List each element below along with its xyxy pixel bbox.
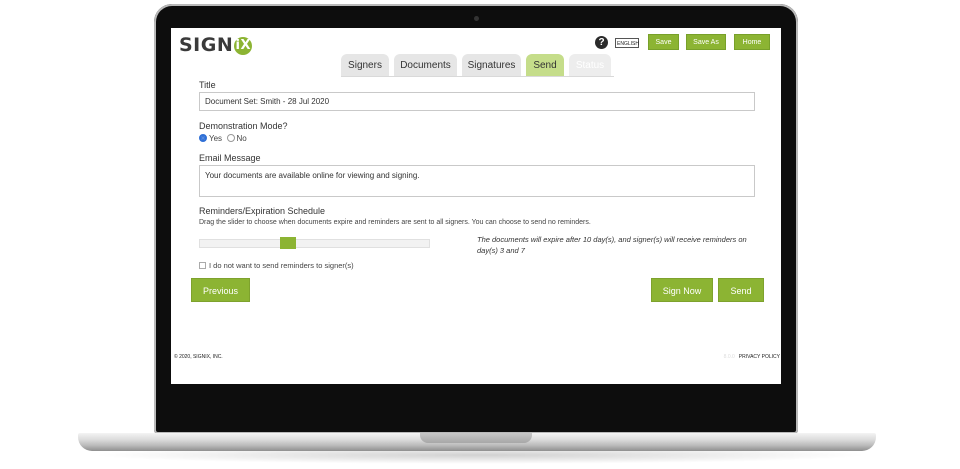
tab-signatures[interactable]: Signatures — [462, 54, 521, 76]
camera-icon — [474, 16, 479, 21]
title-input[interactable]: Document Set: Smith - 28 Jul 2020 — [199, 92, 755, 111]
signix-logo: SIGN iX — [179, 34, 253, 56]
no-reminders-option: I do not want to send reminders to signe… — [199, 261, 354, 270]
no-reminders-checkbox[interactable] — [199, 262, 206, 269]
send-button[interactable]: Send — [718, 278, 764, 302]
tab-underline — [341, 76, 614, 77]
demo-yes-label: Yes — [209, 134, 223, 143]
app-screen: SIGN iX ? ENGLISH Save Save As Home Signe… — [171, 28, 781, 384]
demo-mode-label: Demonstration Mode? — [199, 121, 288, 131]
sign-now-button[interactable]: Sign Now — [651, 278, 713, 302]
privacy-policy-link[interactable]: PRIVACY POLICY — [739, 354, 780, 360]
tab-send[interactable]: Send — [526, 54, 564, 76]
save-as-button[interactable]: Save As — [686, 34, 726, 50]
laptop-notch — [420, 433, 532, 443]
expiry-summary: The documents will expire after 10 day(s… — [477, 235, 747, 255]
demo-no-label: No — [236, 134, 247, 143]
schedule-slider-track[interactable] — [199, 239, 430, 248]
tab-documents[interactable]: Documents — [394, 54, 457, 76]
previous-button[interactable]: Previous — [191, 278, 250, 302]
title-label: Title — [199, 80, 216, 90]
demo-mode-options: Yes No — [199, 134, 247, 143]
reminders-label: Reminders/Expiration Schedule — [199, 206, 326, 216]
email-label: Email Message — [199, 153, 261, 163]
help-icon[interactable]: ? — [595, 36, 608, 49]
language-select[interactable]: ENGLISH — [615, 38, 639, 48]
copyright: © 2020, SIGNIX, INC. — [174, 354, 223, 360]
tab-status: Status — [569, 54, 611, 76]
demo-yes-radio[interactable] — [199, 134, 207, 142]
schedule-slider-thumb[interactable] — [280, 237, 296, 249]
email-message-input[interactable]: Your documents are available online for … — [199, 165, 755, 197]
version-label: 8.0.0 — [723, 354, 735, 360]
logo-x-icon: iX — [234, 37, 253, 55]
tab-signers[interactable]: Signers — [341, 54, 389, 76]
no-reminders-label: I do not want to send reminders to signe… — [209, 261, 354, 270]
home-button[interactable]: Home — [734, 34, 770, 50]
demo-no-radio[interactable] — [226, 134, 235, 142]
footer-links: 8.0.0 PRIVACY POLICY — [724, 354, 780, 360]
save-button[interactable]: Save — [648, 34, 679, 50]
reminders-help: Drag the slider to choose when documents… — [199, 219, 591, 226]
